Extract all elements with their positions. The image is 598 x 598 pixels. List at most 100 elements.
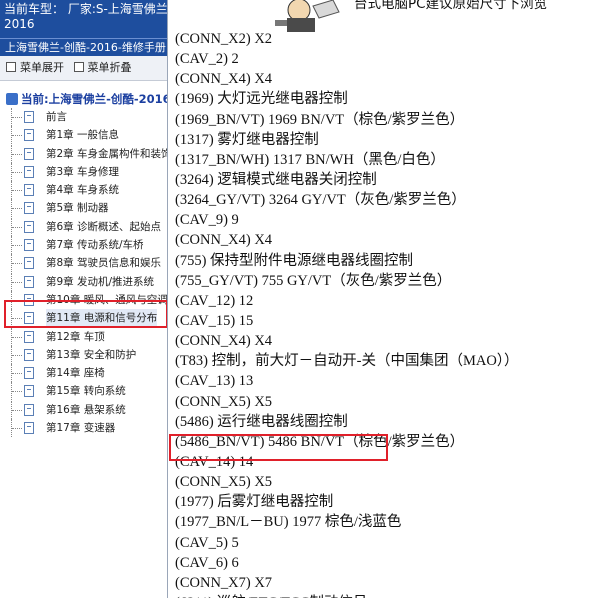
document-icon (24, 403, 34, 416)
text-line[interactable]: (T83) 控制，前大灯－自动开-关（中国集团（MAO）） (175, 351, 519, 371)
text-line[interactable]: (CAV_5) 5 (175, 533, 519, 553)
tree-root[interactable]: 当前:上海雪佛兰-创酷-2016 (6, 91, 168, 107)
tree-item[interactable]: 第13章 安全和防护 (0, 345, 167, 364)
tree-item[interactable]: 第12章 车顶 (0, 327, 167, 346)
tree-guide-line (11, 400, 24, 419)
collapse-menu-button[interactable]: 菜单折叠 (73, 56, 132, 80)
highlight-box (169, 434, 388, 461)
text-line[interactable]: (CAV_12) 12 (175, 291, 519, 311)
text-line[interactable]: (3264) 逻辑模式继电器关闭控制 (175, 170, 519, 190)
text-line[interactable]: (755_GY/VT) 755 GY/VT（灰色/紫罗兰色） (175, 271, 519, 291)
text-line[interactable]: (3264_GY/VT) 3264 GY/VT（灰色/紫罗兰色） (175, 190, 519, 210)
text-line[interactable]: (CAV_2) 2 (175, 49, 519, 69)
tree-item[interactable]: 第7章 传动系统/车桥 (0, 236, 167, 255)
circuit-text-list: (CONN_X2) X2 (CAV_2) 2 (CONN_X4) X4 (1969) … (169, 29, 519, 598)
text-line[interactable]: (755) 保持型附件电源继电器线圈控制 (175, 251, 519, 271)
tree-guide-line (11, 181, 24, 200)
collapse-menu-label: 菜单折叠 (87, 61, 132, 74)
document-icon (24, 257, 34, 270)
tree-item-label: 第7章 传动系统/车桥 (46, 239, 144, 252)
text-line[interactable]: (CAV_15) 15 (175, 311, 519, 331)
text-line[interactable]: (1317) 雾灯继电器控制 (175, 130, 519, 150)
tree-item[interactable]: 第8章 驾驶员信息和娱乐 (0, 254, 167, 273)
tree-item[interactable]: 第5章 制动器 (0, 199, 167, 218)
text-line[interactable]: (CONN_X5) X5 (175, 472, 519, 492)
tree-guide-line (11, 162, 24, 181)
tree-item[interactable]: 第1章 一般信息 (0, 126, 167, 145)
tree-guide-line (11, 272, 24, 291)
document-icon (24, 275, 34, 288)
tree-guide-line (11, 126, 24, 145)
tree-item-label: 第4章 车身系统 (46, 184, 120, 197)
tree-guide-line (11, 327, 24, 346)
tree-root-label: 当前:上海雪佛兰-创酷-2016 (21, 92, 168, 106)
document-icon (24, 111, 34, 123)
expand-menu-label: 菜单展开 (20, 61, 64, 74)
manual-header: 上海雪佛兰-创酷-2016-维修手册 (0, 38, 167, 56)
tree-item-label: 第17章 变速器 (46, 422, 116, 435)
tree-guide-line (11, 217, 24, 236)
chapter-tree: 前言 第1章 一般信息 第2章 车身金属构件和装饰 第3章 车身修理 第4章 车身系统第… (0, 108, 167, 438)
document-icon (24, 330, 34, 343)
tree-item-label: 第6章 诊断概述、起始点 (46, 220, 162, 233)
tree-item-label: 第14章 座椅 (46, 367, 105, 380)
tree-guide-line (11, 144, 24, 163)
text-line[interactable]: (1317_BN/WH) 1317 BN/WH（黑色/白色） (175, 150, 519, 170)
navigation-pane: 当前车型： 厂家:S-上海雪佛兰创酷（Trax） 2016 上海雪佛兰-创酷-2… (0, 0, 168, 598)
text-line[interactable]: (1969_BN/VT) 1969 BN/VT（棕色/紫罗兰色） (175, 110, 519, 130)
text-line[interactable]: (CONN_X4) X4 (175, 69, 519, 89)
tree-guide-line (11, 382, 24, 401)
content-pane: (CONN_X2) X2 (CAV_2) 2 (CONN_X4) X4 (1969) … (168, 0, 598, 598)
expand-menu-button[interactable]: 菜单展开 (6, 56, 64, 80)
tree-guide-line (11, 108, 24, 126)
text-line[interactable]: (CONN_X7) X7 (175, 573, 519, 593)
document-icon (24, 220, 34, 233)
text-line[interactable]: (CAV_9) 9 (175, 210, 519, 230)
tree-guide-line (11, 345, 24, 364)
tree-item[interactable]: 第9章 发动机/推进系统 (0, 272, 167, 291)
tree-item[interactable]: 第3章 车身修理 (0, 162, 167, 181)
tree-item[interactable]: 第2章 车身金属构件和装饰 (0, 144, 167, 163)
banner-text: 台式电脑PC建议原始尺寸下浏览 (354, 0, 548, 12)
tree-item[interactable]: 第14章 座椅 (0, 364, 167, 383)
tree-guide-line (11, 236, 24, 255)
highlighted-text-line[interactable]: (5486) 运行继电器线圈控制 (175, 412, 519, 432)
document-icon (24, 147, 34, 160)
tree-item-label: 第13章 安全和防护 (46, 348, 137, 361)
document-icon (24, 239, 34, 252)
text-line[interactable]: (1969) 大灯远光继电器控制 (175, 89, 519, 109)
document-icon (24, 367, 34, 380)
text-line[interactable]: (CAV_6) 6 (175, 553, 519, 573)
tree-item[interactable]: 前言 (0, 108, 167, 126)
book-icon (6, 93, 18, 105)
tree-guide-line (11, 254, 24, 273)
tree-item[interactable]: 第4章 车身系统 (0, 181, 167, 200)
text-line[interactable]: (1977) 后雾灯继电器控制 (175, 492, 519, 512)
tree-item[interactable]: 第17章 变速器 (0, 419, 167, 438)
document-icon (24, 184, 34, 197)
text-line[interactable]: (6311) 巡航/ETC/TCC制动信号 (175, 593, 519, 598)
vehicle-year: 2016 (4, 17, 35, 31)
tree-guide-line (11, 419, 24, 438)
document-icon (24, 422, 34, 435)
tree-item[interactable]: 第16章 悬架系统 (0, 400, 167, 419)
text-line[interactable]: (CAV_13) 13 (175, 371, 519, 391)
tree-guide-line (11, 199, 24, 218)
document-icon (24, 165, 34, 178)
tree-item-label: 第1章 一般信息 (46, 129, 120, 142)
tree-item[interactable]: 第15章 转向系统 (0, 382, 167, 401)
window-title-bar: 当前车型： 厂家:S-上海雪佛兰创酷（Trax） 2016 (0, 0, 167, 38)
tree-item-label: 第9章 发动机/推进系统 (46, 275, 155, 288)
tree-item[interactable]: 第6章 诊断概述、起始点 (0, 217, 167, 236)
tree-guide-line (11, 364, 24, 383)
tree-item-label: 第15章 转向系统 (46, 385, 126, 398)
nav-toolbar: 菜单展开 菜单折叠 (0, 56, 167, 81)
text-line[interactable]: (CONN_X5) X5 (175, 392, 519, 412)
expand-icon (6, 62, 16, 72)
text-line[interactable]: (CONN_X4) X4 (175, 331, 519, 351)
tree-item-label: 第3章 车身修理 (46, 165, 120, 178)
text-line[interactable]: (1977_BN/L－BU) 1977 棕色/浅蓝色 (175, 512, 519, 532)
text-line[interactable]: (CONN_X2) X2 (175, 29, 519, 49)
document-icon (24, 385, 34, 398)
text-line[interactable]: (CONN_X4) X4 (175, 230, 519, 250)
